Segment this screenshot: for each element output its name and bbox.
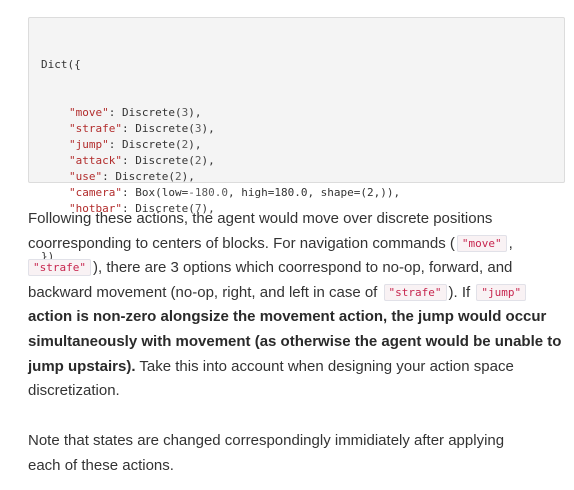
code-call: Box(low=	[135, 186, 189, 199]
code-close: ),	[181, 170, 195, 183]
code-call: Discrete(	[115, 170, 175, 183]
code-line-entry: "use": Discrete(2),	[41, 169, 564, 185]
code-block: Dict({ "move": Discrete(3), "strafe": Dis…	[28, 17, 565, 263]
code-sep: :	[108, 138, 122, 151]
code-line-entry: "jump": Discrete(2),	[41, 137, 564, 153]
code-line-entry: "strafe": Discrete(3),	[41, 121, 564, 137]
code-call: Discrete(	[135, 122, 195, 135]
paragraph-line: simultaneously with movement (as otherwi…	[28, 330, 568, 355]
paragraph-line: action is non-zero alongsize the movemen…	[28, 305, 568, 330]
paragraph-line: backward movement (no-op, right, and lef…	[28, 281, 568, 306]
code-key: "camera"	[69, 186, 122, 199]
bold-text: action is non-zero alongsize the movemen…	[28, 308, 547, 326]
text-span: Following these actions, the agent would…	[28, 210, 493, 227]
code-sep: :	[121, 186, 136, 199]
code-key: "strafe"	[69, 122, 122, 135]
paragraph-line: Note that states are changed correspondi…	[28, 429, 568, 454]
code-arg: 2	[174, 170, 182, 183]
inline-code-strafe: "strafe"	[28, 259, 91, 277]
inline-code-move: "move"	[456, 234, 507, 252]
text-span: ,	[508, 234, 513, 252]
code-call: Discrete(	[135, 154, 195, 167]
bold-text: jump upstairs).	[28, 357, 136, 375]
text-span: Note that states are changed correspondi…	[28, 432, 505, 449]
code-key: "attack"	[69, 154, 122, 167]
paragraph-line: "strafe"), there are 3 options which coo…	[28, 256, 568, 281]
text-span: each of these actions.	[28, 456, 174, 474]
text-span: ), there are 3 options which coorrespond…	[92, 259, 513, 277]
code-sep: :	[102, 170, 116, 183]
text-span: Take this into account when designing yo…	[135, 357, 514, 375]
code-sep: :	[121, 154, 136, 167]
code-close: ),	[201, 122, 215, 135]
code-key: "use"	[69, 170, 103, 183]
paragraph-line: Following these actions, the agent would…	[28, 207, 568, 232]
inline-code-jump: "jump"	[476, 283, 527, 301]
paragraph-line: discretization.	[28, 379, 568, 404]
code-line-open: Dict({	[41, 57, 564, 73]
code-key: "move"	[69, 106, 109, 119]
code-dict-open: Dict({	[41, 58, 81, 71]
code-entries: "move": Discrete(3), "strafe": Discrete(3…	[41, 105, 564, 217]
paragraph-line: jump upstairs). Take this into account w…	[28, 355, 568, 380]
text-span: discretization.	[28, 382, 120, 400]
paragraph-line: coorresponding to centers of blocks. For…	[28, 232, 568, 257]
text-span: coorresponding to centers of blocks. For…	[28, 234, 455, 252]
text-span: ). If	[448, 283, 471, 301]
code-key: "jump"	[69, 138, 109, 151]
paragraph-actions: Following these actions, the agent would…	[28, 207, 568, 404]
code-call: Discrete(	[122, 106, 182, 119]
code-arg: -180.0	[188, 186, 228, 199]
code-call: Discrete(	[122, 138, 182, 151]
code-close: ),	[188, 106, 202, 119]
inline-code-strafe: "strafe"	[383, 283, 447, 301]
code-close: ),	[188, 138, 202, 151]
code-close: ),	[201, 154, 215, 167]
code-sep: :	[108, 106, 122, 119]
paragraph-line: each of these actions.	[28, 454, 568, 479]
code-close: , high=180.0, shape=(2,)),	[227, 186, 401, 199]
code-line-entry: "move": Discrete(3),	[41, 105, 564, 121]
text-span: backward movement (no-op, right, and lef…	[28, 283, 378, 301]
code-sep: :	[121, 122, 136, 135]
bold-text: simultaneously with movement (as otherwi…	[28, 332, 562, 350]
code-line-entry: "attack": Discrete(2),	[41, 153, 564, 169]
paragraph-note: Note that states are changed correspondi…	[28, 429, 568, 478]
code-line-entry: "camera": Box(low=-180.0, high=180.0, sh…	[41, 185, 564, 201]
